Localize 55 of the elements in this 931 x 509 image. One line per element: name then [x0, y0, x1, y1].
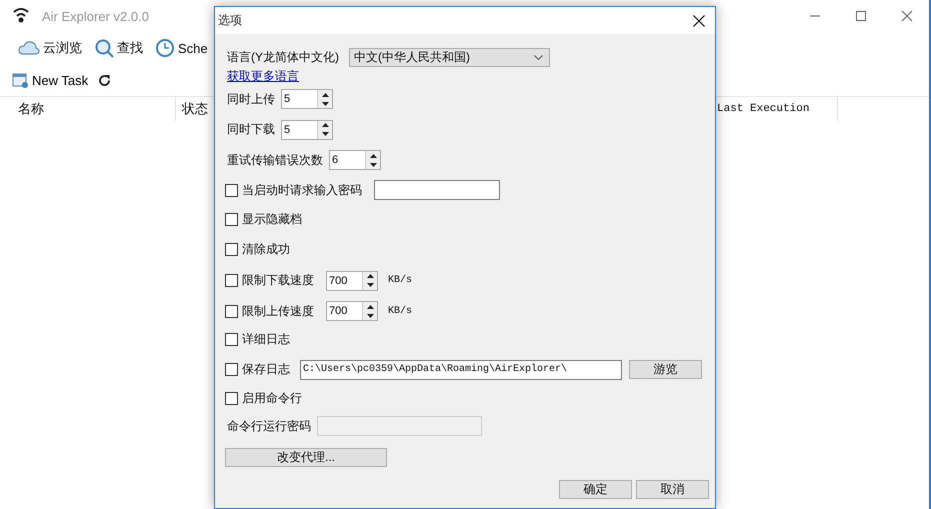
maximize-icon[interactable]	[855, 10, 867, 22]
unit-label: KB/s	[388, 275, 412, 286]
number-spinner[interactable]: 5	[281, 89, 333, 109]
password-field[interactable]	[374, 180, 500, 200]
language-label: 语言(Y龙简体中文化)	[227, 48, 339, 66]
option-label: 命令行运行密码	[227, 418, 311, 434]
clock-icon	[155, 38, 175, 58]
up-arrow-icon[interactable]	[366, 302, 374, 310]
number-spinner[interactable]: 700	[326, 301, 378, 321]
option-label: 重试传输错误次数	[227, 152, 323, 168]
checkbox[interactable]: 保存日志	[225, 361, 290, 378]
more-languages-link[interactable]: 获取更多语言	[227, 68, 299, 84]
cloud-icon	[18, 39, 40, 57]
checkbox[interactable]: 清除成功	[225, 241, 290, 258]
up-arrow-icon[interactable]	[368, 152, 378, 160]
browse-button[interactable]: 游览	[629, 360, 702, 379]
up-arrow-icon[interactable]	[320, 90, 330, 98]
path-field[interactable]: C:\Users\pc0359\AppData\Roaming\AirExplorer\	[300, 360, 622, 380]
down-arrow-icon[interactable]	[320, 100, 330, 108]
number-spinner[interactable]: 6	[329, 150, 381, 170]
language-dropdown[interactable]: 中文(中华人民共和国)	[349, 48, 550, 66]
column-header[interactable]: 名称	[0, 97, 176, 121]
checkbox[interactable]: 当启动时请求输入密码	[225, 182, 362, 198]
cancel-button[interactable]: 取消	[636, 480, 709, 498]
checkbox[interactable]: 限制下载速度	[225, 272, 314, 289]
option-label: 同时下载	[227, 121, 275, 138]
up-arrow-icon[interactable]	[366, 272, 374, 280]
column-header[interactable]: 状态	[176, 97, 214, 121]
chevron-down-icon	[534, 54, 543, 60]
checkbox[interactable]: 详细日志	[225, 331, 290, 348]
down-arrow-icon[interactable]	[368, 160, 378, 168]
tab[interactable]: 云浏览	[18, 39, 82, 57]
number-spinner[interactable]: 5	[281, 120, 333, 140]
ok-button[interactable]: 确定	[559, 480, 632, 498]
window-title: Air Explorer v2.0.0	[42, 8, 149, 24]
new-task-button[interactable]: New Task	[12, 72, 88, 88]
down-arrow-icon[interactable]	[366, 312, 374, 320]
proxy-button[interactable]: 改变代理...	[225, 448, 387, 467]
up-arrow-icon[interactable]	[320, 121, 330, 129]
checkbox[interactable]: 限制上传速度	[225, 302, 314, 320]
option-label: 同时上传	[227, 90, 275, 108]
checkbox[interactable]: 启用命令行	[225, 390, 302, 407]
app-icon	[12, 8, 30, 24]
calendar-icon	[12, 72, 28, 88]
number-spinner[interactable]: 700	[326, 270, 378, 290]
checkbox[interactable]: 显示隐藏档	[225, 211, 302, 228]
refresh-icon[interactable]	[98, 74, 112, 86]
close-icon[interactable]	[693, 14, 705, 26]
dialog-title: 选项	[218, 12, 242, 29]
search-icon	[94, 38, 114, 58]
tab[interactable]: Sche	[155, 38, 208, 58]
tab[interactable]: 查找	[94, 38, 143, 58]
down-arrow-icon[interactable]	[366, 281, 374, 289]
down-arrow-icon[interactable]	[320, 130, 330, 138]
unit-label: KB/s	[388, 306, 412, 316]
